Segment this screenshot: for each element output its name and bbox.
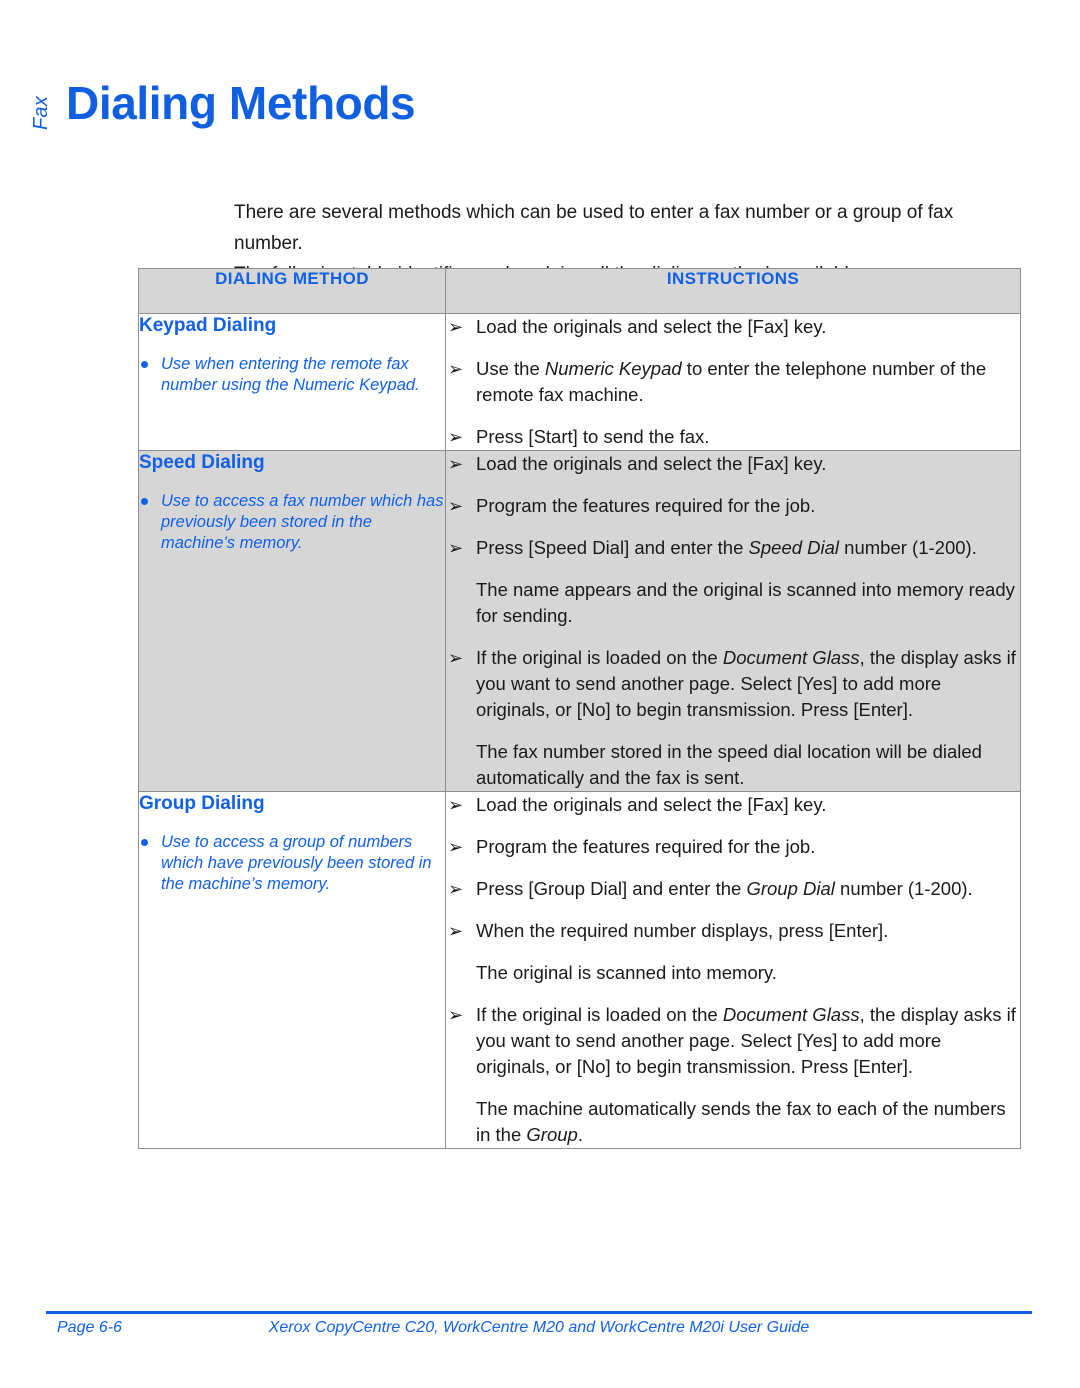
page-title: Dialing Methods — [66, 77, 416, 129]
instruction-text-tail: number (1-200). — [834, 878, 973, 899]
instruction-text: If the original is loaded on the — [476, 1004, 723, 1025]
method-description-bullet: Use to access a group of numbers which h… — [139, 832, 445, 895]
arrow-bullet-icon: ➢ — [448, 837, 464, 857]
method-title: Group Dialing — [139, 793, 265, 814]
instruction-step: ➢ Press [Group Dial] and enter the Group … — [446, 876, 1020, 902]
instruction-step: ➢ When the required number displays, pres… — [446, 918, 1020, 944]
footer-divider — [46, 1311, 1032, 1314]
table-header-row: DIALING METHOD INSTRUCTIONS — [138, 268, 1021, 314]
instruction-step: ➢ Program the features required for the j… — [446, 834, 1020, 860]
dialing-methods-table-wrapper: DIALING METHOD INSTRUCTIONS Keypad Diali… — [138, 268, 1021, 1149]
method-description-text: Use to access a group of numbers which h… — [161, 833, 432, 893]
instruction-step: ➢ Load the originals and select the [Fax]… — [446, 451, 1020, 477]
instruction-text: Press [Start] to send the fax. — [476, 426, 710, 447]
method-title: Speed Dialing — [139, 452, 265, 473]
arrow-bullet-icon: ➢ — [448, 1005, 464, 1025]
instruction-text: If the original is loaded on the — [476, 647, 723, 668]
intro-line-1: There are several methods which can be u… — [234, 202, 954, 254]
instruction-text: The original is scanned into memory. — [476, 962, 777, 983]
instruction-text: Press [Speed Dial] and enter the — [476, 537, 749, 558]
method-cell: Group Dialing Use to access a group of nu… — [138, 791, 446, 1149]
instruction-text-tail: number (1-200). — [839, 537, 977, 558]
column-header-dialing-method: DIALING METHOD — [138, 268, 446, 314]
column-header-instructions-label: INSTRUCTIONS — [666, 269, 800, 288]
method-description-bullet: Use to access a fax number which has pre… — [139, 491, 445, 554]
instruction-step: ➢ Press [Start] to send the fax. — [446, 424, 1020, 450]
method-title: Keypad Dialing — [139, 315, 277, 336]
instruction-note: The fax number stored in the speed dial … — [446, 739, 1020, 791]
column-header-instructions: INSTRUCTIONS — [445, 268, 1021, 314]
instruction-step: ➢ Program the features required for the j… — [446, 493, 1020, 519]
arrow-bullet-icon: ➢ — [448, 454, 464, 474]
instruction-text: Program the features required for the jo… — [476, 495, 816, 516]
instruction-emphasis: Group — [526, 1124, 578, 1145]
arrow-bullet-icon: ➢ — [448, 879, 464, 899]
arrow-bullet-icon: ➢ — [448, 795, 464, 815]
arrow-bullet-icon: ➢ — [448, 538, 464, 558]
table-row: Speed Dialing Use to access a fax number … — [138, 450, 1021, 792]
table-header: DIALING METHOD INSTRUCTIONS — [138, 268, 1021, 314]
arrow-bullet-icon: ➢ — [448, 496, 464, 516]
method-cell: Keypad Dialing Use when entering the remo… — [138, 313, 446, 451]
method-description-text: Use to access a fax number which has pre… — [161, 492, 444, 552]
table-row: Group Dialing Use to access a group of nu… — [138, 791, 1021, 1149]
instruction-text-tail: . — [577, 1124, 583, 1145]
column-header-dialing-method-label: DIALING METHOD — [215, 269, 369, 288]
dialing-methods-table: DIALING METHOD INSTRUCTIONS Keypad Diali… — [138, 268, 1021, 1149]
bullet-dot-icon — [141, 839, 148, 846]
method-description-text: Use when entering the remote fax number … — [161, 355, 420, 394]
arrow-bullet-icon: ➢ — [448, 359, 464, 379]
instruction-step: ➢ Load the originals and select the [Fax]… — [446, 314, 1020, 340]
instruction-step: ➢ Use the Numeric Keypad to enter the tel… — [446, 356, 1020, 408]
arrow-bullet-icon: ➢ — [448, 921, 464, 941]
instruction-emphasis: Document Glass — [722, 1004, 860, 1025]
method-cell: Speed Dialing Use to access a fax number … — [138, 450, 446, 792]
instruction-text: Load the originals and select the [Fax] … — [476, 794, 827, 815]
instruction-text: The name appears and the original is sca… — [476, 579, 1015, 626]
table-row: Keypad Dialing Use when entering the remo… — [138, 313, 1021, 451]
instruction-text: Use the — [476, 358, 545, 379]
instruction-note: The original is scanned into memory. — [446, 960, 1020, 986]
instruction-emphasis: Group Dial — [746, 878, 835, 899]
instruction-step: ➢ Press [Speed Dial] and enter the Speed … — [446, 535, 1020, 561]
footer-guide-title: Xerox CopyCentre C20, WorkCentre M20 and… — [268, 1319, 810, 1336]
instruction-text: The fax number stored in the speed dial … — [476, 741, 982, 788]
instruction-note: The machine automatically sends the fax … — [446, 1096, 1020, 1148]
instruction-note: The name appears and the original is sca… — [446, 577, 1020, 629]
arrow-bullet-icon: ➢ — [448, 427, 464, 447]
instruction-step: ➢ If the original is loaded on the Docume… — [446, 1002, 1020, 1080]
instruction-text: Load the originals and select the [Fax] … — [476, 453, 827, 474]
instruction-emphasis: Numeric Keypad — [544, 358, 682, 379]
bullet-dot-icon — [141, 498, 148, 505]
instruction-text: Program the features required for the jo… — [476, 836, 816, 857]
instruction-step: ➢ Load the originals and select the [Fax]… — [446, 792, 1020, 818]
instruction-step: ➢ If the original is loaded on the Docume… — [446, 645, 1020, 723]
instruction-text: Load the originals and select the [Fax] … — [476, 316, 827, 337]
chapter-tab-fax: Fax — [30, 96, 52, 130]
arrow-bullet-icon: ➢ — [448, 317, 464, 337]
instruction-text: When the required number displays, press… — [476, 920, 889, 941]
method-description-bullet: Use when entering the remote fax number … — [139, 354, 445, 396]
instruction-text: Press [Group Dial] and enter the — [476, 878, 747, 899]
footer-page-label: Page 6-6 — [57, 1319, 122, 1336]
instructions-cell: ➢ Load the originals and select the [Fax]… — [445, 791, 1021, 1149]
document-page: Fax Dialing Methods There are several me… — [0, 0, 1080, 1388]
instructions-cell: ➢ Load the originals and select the [Fax]… — [445, 450, 1021, 792]
table-body: Keypad Dialing Use when entering the remo… — [138, 313, 1021, 1149]
instructions-cell: ➢ Load the originals and select the [Fax]… — [445, 313, 1021, 451]
arrow-bullet-icon: ➢ — [448, 648, 464, 668]
bullet-dot-icon — [141, 361, 148, 368]
instruction-emphasis: Document Glass — [722, 647, 860, 668]
instruction-emphasis: Speed Dial — [748, 537, 840, 558]
